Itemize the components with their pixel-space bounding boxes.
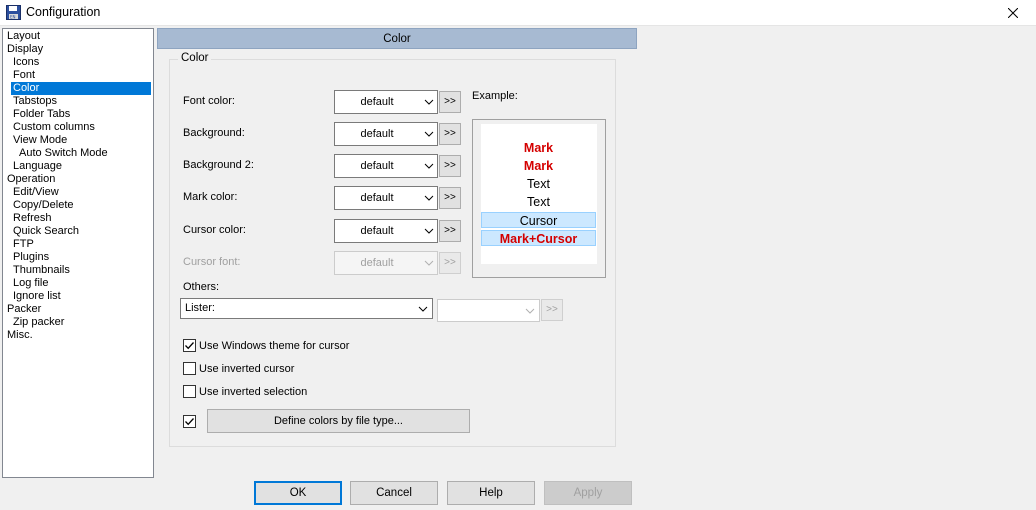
example-cursor-line: Cursor	[481, 212, 596, 228]
mark-color-more-button[interactable]: >>	[439, 187, 461, 209]
tree-item[interactable]: View Mode	[11, 134, 69, 147]
background-more-button[interactable]: >>	[439, 123, 461, 145]
chevron-down-icon	[418, 306, 428, 312]
font-color-value: default	[360, 96, 394, 108]
groupbox-title: Color	[178, 52, 212, 64]
inverted-selection-checkbox[interactable]	[183, 385, 196, 398]
inverted-selection-label: Use inverted selection	[199, 386, 308, 398]
tree-item[interactable]: Language	[11, 160, 64, 173]
background-value: default	[360, 128, 394, 140]
tree-item[interactable]: Ignore list	[11, 290, 63, 303]
floppy-app-icon: EN	[6, 5, 21, 20]
chevron-down-icon	[424, 163, 434, 169]
mark-color-combo[interactable]: default	[334, 186, 438, 210]
others-select[interactable]: Lister:	[180, 298, 433, 319]
example-text-line: Text	[527, 195, 550, 209]
tree-item[interactable]: Operation	[5, 173, 57, 186]
tree-item[interactable]: Edit/View	[11, 186, 61, 199]
background2-value: default	[360, 160, 394, 172]
font-color-more-button[interactable]: >>	[439, 91, 461, 113]
background2-more-button[interactable]: >>	[439, 155, 461, 177]
cursor-color-label: Cursor color:	[183, 224, 246, 236]
chevron-down-icon	[525, 308, 535, 314]
background2-label: Background 2:	[183, 159, 254, 171]
chevron-down-icon	[424, 131, 434, 137]
cursor-font-more-button[interactable]: >>	[439, 252, 461, 274]
tree-item[interactable]: Auto Switch Mode	[17, 147, 110, 160]
example-label: Example:	[472, 90, 518, 102]
tree-item[interactable]: FTP	[11, 238, 36, 251]
window-title: Configuration	[26, 5, 101, 19]
background2-combo[interactable]: default	[334, 154, 438, 178]
cursor-font-value: default	[360, 257, 394, 269]
chevron-down-icon	[424, 195, 434, 201]
font-color-label: Font color:	[183, 95, 235, 107]
example-mark-line: Mark	[523, 159, 554, 173]
tree-item[interactable]: Copy/Delete	[11, 199, 76, 212]
tree-item[interactable]: Misc.	[5, 329, 35, 342]
inverted-cursor-checkbox[interactable]	[183, 362, 196, 375]
cursor-color-value: default	[360, 225, 394, 237]
close-button[interactable]	[990, 0, 1036, 26]
example-text-line: Text	[527, 177, 550, 191]
cancel-button[interactable]: Cancel	[350, 481, 438, 505]
settings-tree[interactable]: Layout Display Icons Font Color Tabstops Folde…	[2, 28, 154, 478]
tree-item[interactable]: Plugins	[11, 251, 51, 264]
tree-item[interactable]: Packer	[5, 303, 43, 316]
help-button[interactable]: Help	[447, 481, 535, 505]
cursor-color-more-button[interactable]: >>	[439, 220, 461, 242]
apply-button[interactable]: Apply	[544, 481, 632, 505]
font-color-combo[interactable]: default	[334, 90, 438, 114]
tree-item[interactable]: Zip packer	[11, 316, 66, 329]
windows-theme-label: Use Windows theme for cursor	[199, 340, 350, 352]
tree-item[interactable]: Refresh	[11, 212, 54, 225]
windows-theme-checkbox[interactable]	[183, 339, 196, 352]
background-combo[interactable]: default	[334, 122, 438, 146]
mark-color-label: Mark color:	[183, 191, 238, 203]
tree-item[interactable]: Log file	[11, 277, 50, 290]
close-icon	[1008, 8, 1018, 18]
define-by-type-checkbox[interactable]	[183, 415, 196, 428]
mark-color-value: default	[360, 192, 394, 204]
define-colors-button[interactable]: Define colors by file type...	[207, 409, 470, 433]
others-color-combo[interactable]	[437, 299, 540, 322]
tree-item[interactable]: Layout	[5, 30, 42, 43]
section-header: Color	[157, 28, 637, 49]
checkmark-icon	[185, 342, 194, 350]
cursor-color-combo[interactable]: default	[334, 219, 438, 243]
tree-item[interactable]: Quick Search	[11, 225, 81, 238]
others-label: Others:	[183, 281, 220, 293]
chevron-down-icon	[424, 99, 434, 105]
cursor-font-combo[interactable]: default	[334, 251, 438, 275]
checkmark-icon	[185, 418, 194, 426]
chevron-down-icon	[424, 228, 434, 234]
tree-item[interactable]: Color	[11, 82, 151, 95]
ok-button[interactable]: OK	[254, 481, 342, 505]
tree-item[interactable]: Folder Tabs	[11, 108, 72, 121]
example-mark-line: Mark	[523, 141, 554, 155]
svg-text:EN: EN	[10, 15, 16, 20]
inverted-cursor-label: Use inverted cursor	[199, 363, 295, 375]
tree-item[interactable]: Icons	[11, 56, 41, 69]
title-bar: EN Configuration	[0, 0, 1036, 26]
tree-item[interactable]: Thumbnails	[11, 264, 72, 277]
tree-item[interactable]: Custom columns	[11, 121, 97, 134]
tree-item[interactable]: Font	[11, 69, 37, 82]
others-more-button[interactable]: >>	[541, 299, 563, 321]
others-select-value: Lister:	[185, 302, 215, 314]
tree-item[interactable]: Tabstops	[11, 95, 59, 108]
cursor-font-label: Cursor font:	[183, 256, 241, 268]
chevron-down-icon	[424, 260, 434, 266]
tree-item[interactable]: Display	[5, 43, 45, 56]
example-mark-cursor-line: Mark+Cursor	[481, 230, 596, 246]
background-label: Background:	[183, 127, 245, 139]
